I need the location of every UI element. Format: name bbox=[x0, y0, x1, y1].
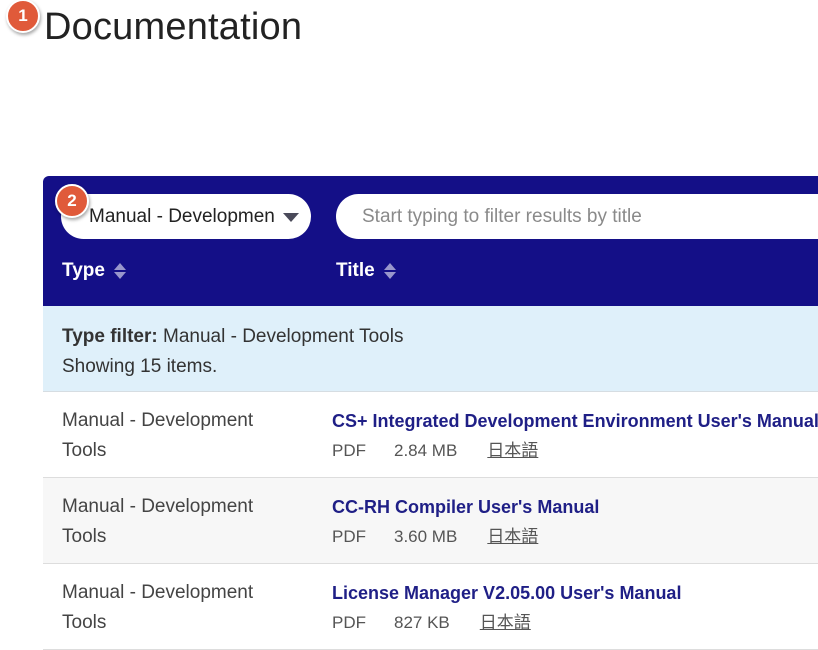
table-row: Manual - Development Tools License Manag… bbox=[43, 564, 818, 650]
column-header-title[interactable]: Title bbox=[336, 260, 396, 282]
filter-info-label: Type filter: bbox=[62, 326, 158, 347]
title-filter-input[interactable] bbox=[336, 194, 818, 239]
japanese-version-link[interactable]: 日本語 bbox=[487, 522, 538, 552]
sort-arrows-icon bbox=[383, 263, 396, 279]
document-size: 3.60 MB bbox=[394, 527, 458, 546]
annotation-badge-2: 2 bbox=[55, 184, 89, 218]
document-size: 827 KB bbox=[394, 613, 450, 632]
row-type: Manual - Development Tools bbox=[62, 496, 254, 547]
type-filter-select[interactable]: Manual - Development Tools bbox=[61, 194, 311, 239]
document-format: PDF bbox=[332, 441, 366, 460]
document-size: 2.84 MB bbox=[394, 441, 458, 460]
table-row: Manual - Development Tools CS+ Integrate… bbox=[43, 392, 818, 478]
document-title-link[interactable]: CS+ Integrated Development Environment U… bbox=[332, 406, 818, 436]
document-format: PDF bbox=[332, 613, 366, 632]
table-row: Manual - Development Tools CC-RH Compile… bbox=[43, 478, 818, 564]
row-type: Manual - Development Tools bbox=[62, 582, 254, 633]
filter-info-value: Manual - Development Tools bbox=[163, 326, 404, 347]
japanese-version-link[interactable]: 日本語 bbox=[480, 608, 531, 638]
table-header: 2 Manual - Development Tools Type Title bbox=[43, 176, 818, 306]
column-header-title-label: Title bbox=[336, 260, 375, 281]
column-header-type[interactable]: Type bbox=[62, 260, 126, 282]
document-title-link[interactable]: CC-RH Compiler User's Manual bbox=[332, 492, 599, 522]
documentation-table: 2 Manual - Development Tools Type Title … bbox=[43, 176, 818, 650]
page-title: Documentation bbox=[44, 6, 303, 48]
column-header-type-label: Type bbox=[62, 260, 105, 281]
row-type: Manual - Development Tools bbox=[62, 410, 254, 461]
sort-arrows-icon bbox=[113, 263, 126, 279]
document-title-link[interactable]: License Manager V2.05.00 User's Manual bbox=[332, 578, 681, 608]
japanese-version-link[interactable]: 日本語 bbox=[487, 436, 538, 466]
document-format: PDF bbox=[332, 527, 366, 546]
filter-info-banner: Type filter: Manual - Development Tools … bbox=[43, 306, 818, 392]
type-filter-value: Manual - Development Tools bbox=[89, 205, 274, 227]
annotation-badge-1: 1 bbox=[6, 0, 40, 33]
caret-down-icon bbox=[283, 213, 299, 222]
filter-info-count: Showing 15 items. bbox=[62, 356, 218, 377]
